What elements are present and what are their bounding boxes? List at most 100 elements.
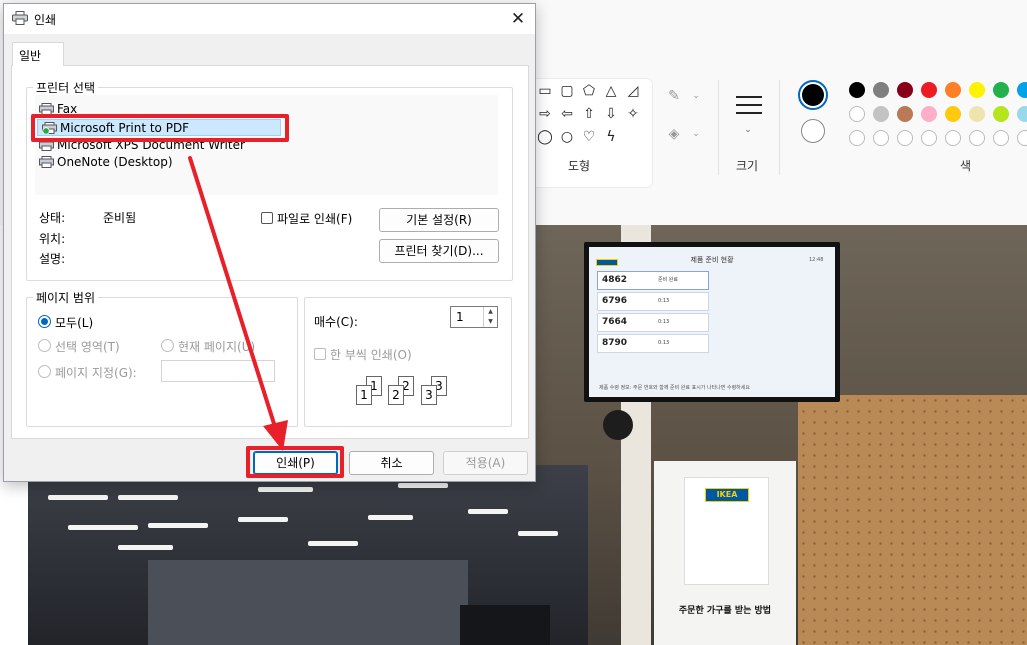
- color-swatch[interactable]: [897, 130, 913, 146]
- printer-item-onenote-desktop[interactable]: OneNote (Desktop): [35, 154, 498, 171]
- highlight-box-printer: [31, 114, 289, 142]
- ceiling-light: [398, 483, 448, 488]
- chevron-down-icon[interactable]: ⌄: [688, 88, 704, 104]
- color-swatch[interactable]: [969, 106, 985, 122]
- copies-label: 매수(C):: [314, 315, 358, 329]
- tv-order-row: 7664 0:13: [597, 313, 709, 332]
- arrow-up-shape-icon[interactable]: ⇧: [581, 106, 597, 122]
- color-swatch[interactable]: [969, 130, 985, 146]
- board-heading: 주문한 가구를 받는 방법: [678, 606, 772, 616]
- arrow-left-shape-icon[interactable]: ⇦: [559, 106, 575, 122]
- arrow-down-shape-icon[interactable]: ⇩: [603, 106, 619, 122]
- all-pages-radio[interactable]: [38, 315, 51, 328]
- current-page-label: 현재 페이지(U): [178, 340, 256, 354]
- color-swatch[interactable]: [873, 82, 889, 98]
- collate-checkbox[interactable]: [314, 348, 326, 360]
- tv-screen: 제품 준비 현황 12:48 4862 준비 완료 6796 0:13 7664 0:…: [589, 247, 835, 397]
- color-swatch[interactable]: [849, 106, 865, 122]
- printer-icon: [12, 11, 28, 25]
- selection-radio[interactable]: [38, 339, 51, 352]
- shapes-group-label: 도형: [568, 159, 591, 173]
- chevron-down-icon[interactable]: ▼: [483, 317, 497, 327]
- color-swatch[interactable]: [1017, 106, 1027, 122]
- color-swatch[interactable]: [945, 130, 961, 146]
- find-printer-button[interactable]: 프린터 찾기(D)...: [379, 239, 499, 263]
- tv-order-row: 4862 준비 완료: [597, 271, 709, 290]
- pages-label: 페이지 지정(G):: [55, 366, 137, 380]
- outline-icon[interactable]: ✎: [666, 88, 682, 104]
- storage-racks: [148, 560, 468, 645]
- tab-general[interactable]: 일반: [12, 42, 64, 66]
- fill-icon[interactable]: ◈: [666, 126, 682, 142]
- color1-button[interactable]: [798, 80, 828, 110]
- arrow-right-shape-icon[interactable]: ⇨: [537, 106, 553, 122]
- color-swatch[interactable]: [993, 130, 1009, 146]
- chevron-up-icon[interactable]: ▲: [483, 307, 497, 317]
- colors-group-label: 색: [960, 159, 972, 173]
- current-page-radio[interactable]: [161, 339, 174, 352]
- lightning-shape-icon[interactable]: ϟ: [603, 129, 619, 145]
- ikea-notice-card: IKEA: [684, 477, 769, 585]
- color-swatch[interactable]: [921, 130, 937, 146]
- color-swatch[interactable]: [921, 82, 937, 98]
- location-label: 위치:: [39, 232, 66, 246]
- rounded-rectangle-shape-icon[interactable]: ▢: [559, 83, 575, 99]
- status-value: 준비됨: [103, 211, 137, 225]
- ceiling-light: [118, 545, 173, 550]
- callout-oval-shape-icon[interactable]: ◯: [537, 129, 553, 145]
- color-swatch[interactable]: [849, 130, 865, 146]
- pages-input[interactable]: [161, 360, 275, 382]
- info-board: IKEA 주문한 가구를 받는 방법: [654, 461, 796, 645]
- chevron-down-icon[interactable]: ⌄: [740, 122, 756, 138]
- close-button[interactable]: ✕: [504, 6, 532, 32]
- color-swatch[interactable]: [993, 106, 1009, 122]
- tv-order-row: 6796 0:13: [597, 292, 709, 311]
- color-swatch[interactable]: [897, 106, 913, 122]
- printer-list[interactable]: Fax Microsoft Print to PDF Microsoft XPS…: [35, 95, 498, 195]
- pages-radio[interactable]: [38, 365, 51, 378]
- color-swatch[interactable]: [993, 82, 1009, 98]
- polygon-shape-icon[interactable]: ⬠: [581, 83, 597, 99]
- ceiling-light: [48, 495, 108, 500]
- tv-order-row: 8790 0:13: [597, 334, 709, 353]
- print-to-file-label: 파일로 인쇄(F): [277, 212, 353, 226]
- apply-button[interactable]: 적용(A): [443, 451, 528, 475]
- collate-pages-icon: 33: [419, 376, 449, 406]
- color-swatch[interactable]: [897, 82, 913, 98]
- rectangle-shape-icon[interactable]: ▭: [537, 83, 553, 99]
- triangle-shape-icon[interactable]: △: [603, 83, 619, 99]
- collate-pages-icon: 11: [354, 376, 384, 406]
- color-swatch[interactable]: [945, 82, 961, 98]
- heart-shape-icon[interactable]: ♡: [581, 129, 597, 145]
- cancel-button[interactable]: 취소: [349, 451, 434, 475]
- ceiling-light: [238, 517, 288, 522]
- speaker: [603, 410, 633, 440]
- star-four-shape-icon[interactable]: ✧: [625, 106, 641, 122]
- copies-spinner[interactable]: 1 ▲ ▼: [450, 306, 498, 328]
- line-width-icon[interactable]: [736, 96, 762, 114]
- dialog-title: 인쇄: [34, 13, 57, 27]
- ceiling-light: [468, 509, 508, 514]
- right-triangle-shape-icon[interactable]: ◿: [625, 83, 641, 99]
- color-swatch[interactable]: [1017, 82, 1027, 98]
- color2-button[interactable]: [801, 119, 825, 143]
- color-swatch[interactable]: [921, 106, 937, 122]
- preferences-button[interactable]: 기본 설정(R): [379, 208, 499, 232]
- color-swatch[interactable]: [873, 130, 889, 146]
- copies-value: 1: [456, 310, 464, 324]
- close-icon: ✕: [510, 9, 526, 29]
- tv-clock: 12:48: [809, 257, 824, 263]
- color-swatch[interactable]: [945, 106, 961, 122]
- tv-footer-note: 제품 수령 정보: 주문 번호와 함께 준비 완료 표시가 나타나면 수령하세요: [599, 385, 750, 391]
- callout-cloud-shape-icon[interactable]: ○: [559, 129, 575, 145]
- shapes-group: ▭ ▢ ⬠ △ ◿ ⇨ ⇦ ⇧ ⇩ ✧ ◯ ○ ♡ ϟ: [528, 78, 653, 188]
- color-swatch[interactable]: [969, 82, 985, 98]
- printer-icon: [39, 156, 54, 168]
- color-swatch[interactable]: [873, 106, 889, 122]
- print-to-file-checkbox[interactable]: [261, 212, 273, 224]
- color-swatch[interactable]: [1017, 130, 1027, 146]
- color-swatch[interactable]: [849, 82, 865, 98]
- chevron-down-icon[interactable]: ⌄: [688, 126, 704, 142]
- printer-select-legend: 프린터 선택: [33, 79, 99, 96]
- status-label: 상태:: [39, 211, 66, 225]
